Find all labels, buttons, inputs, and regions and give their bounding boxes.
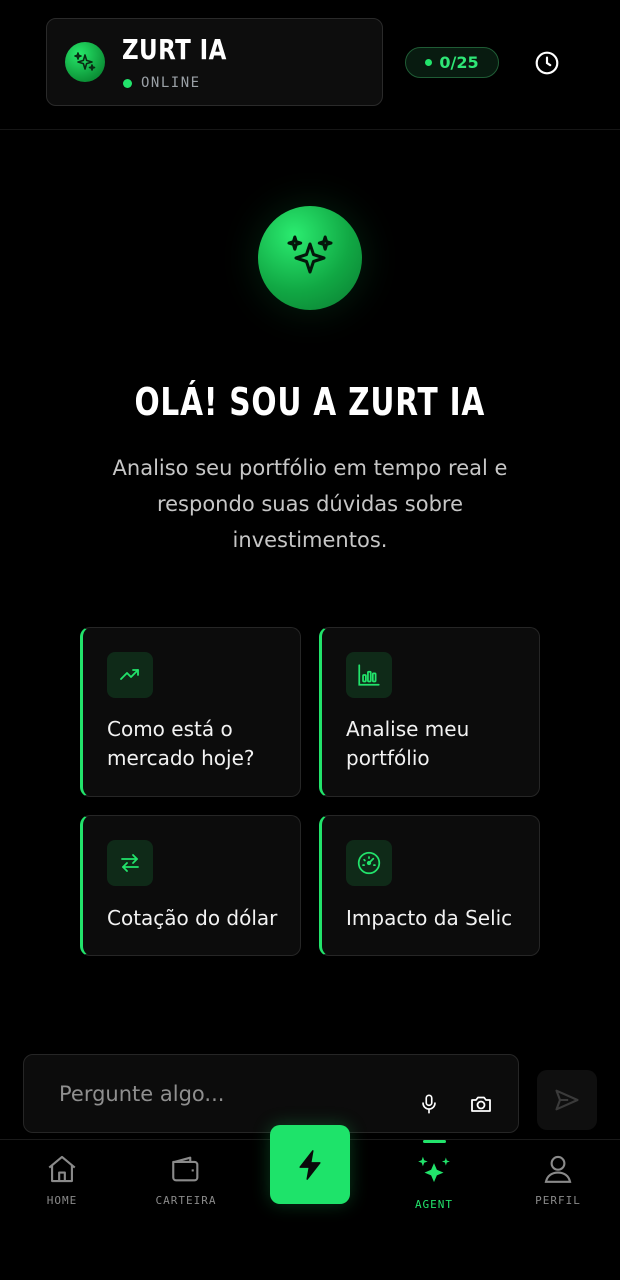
suggestion-label: Como está o mercado hoje? <box>107 715 255 773</box>
quick-action-button[interactable] <box>270 1125 350 1204</box>
hero-logo <box>258 206 362 310</box>
suggestion-icon-box <box>107 652 153 698</box>
hero-subtitle: Analiso seu portfólio em tempo real e re… <box>95 450 525 558</box>
header-divider <box>0 129 620 130</box>
suggestion-label-line: Analise meu <box>346 717 470 741</box>
sparkles-icon <box>74 52 96 71</box>
history-button[interactable] <box>533 49 561 77</box>
hero-subtitle-line: investimentos. <box>232 528 388 552</box>
suggestion-label-line: Cotação do dólar <box>107 906 278 930</box>
send-button[interactable] <box>537 1070 597 1130</box>
suggestion-label-line: mercado hoje? <box>107 746 255 770</box>
bar-chart-icon <box>358 664 380 686</box>
clock-icon <box>535 51 559 75</box>
message-counter-badge: 0/25 <box>405 47 499 78</box>
suggestion-card-selic[interactable]: Impacto da Selic <box>319 815 540 956</box>
wallet-icon <box>172 1156 199 1182</box>
exchange-arrows-icon <box>121 854 139 872</box>
counter-dot <box>425 59 433 66</box>
suggestion-label-line: Impacto da Selic <box>346 906 513 930</box>
camera-icon <box>471 1096 491 1112</box>
assistant-name: ZURT IA <box>122 33 227 66</box>
user-icon <box>544 1155 572 1183</box>
suggestion-label-line: Como está o <box>107 717 233 741</box>
suggestion-card-market[interactable]: Como está o mercado hoje? <box>80 627 301 797</box>
nav-label-home: HOME <box>46 1194 78 1207</box>
nav-label-agent: AGENT <box>414 1198 454 1211</box>
trending-up-icon <box>120 669 139 680</box>
online-status-dot <box>123 79 132 88</box>
suggestion-card-dollar[interactable]: Cotação do dólar <box>80 815 301 956</box>
nav-item-wallet[interactable]: CARTEIRA <box>136 1152 236 1207</box>
microphone-icon <box>422 1094 436 1114</box>
suggestion-icon-box <box>107 840 153 886</box>
nav-item-agent[interactable]: AGENT <box>384 1152 484 1211</box>
camera-button[interactable] <box>466 1091 496 1117</box>
active-tab-indicator <box>423 1140 446 1143</box>
suggestion-card-portfolio[interactable]: Analise meu portfólio <box>319 627 540 797</box>
suggestion-icon-box <box>346 840 392 886</box>
microphone-button[interactable] <box>416 1091 442 1117</box>
message-input-placeholder[interactable]: Pergunte algo... <box>59 1082 224 1106</box>
suggestion-icon-box <box>346 652 392 698</box>
nav-item-home[interactable]: HOME <box>12 1152 112 1207</box>
assistant-header-card: ZURT IA ONLINE <box>46 18 383 106</box>
nav-item-profile[interactable]: PERFIL <box>508 1152 608 1207</box>
sparkles-icon <box>418 1156 450 1183</box>
suggestion-label-line: portfólio <box>346 746 430 770</box>
hero-subtitle-line: respondo suas dúvidas sobre <box>156 492 464 516</box>
nav-label-profile: PERFIL <box>535 1194 581 1207</box>
home-icon <box>48 1155 76 1183</box>
message-input-box[interactable]: Pergunte algo... <box>23 1054 519 1133</box>
suggestion-label: Cotação do dólar <box>107 904 277 933</box>
hero-title: OLÁ! SOU A ZURT IA <box>0 380 620 424</box>
suggestion-label: Analise meu portfólio <box>346 715 469 773</box>
hero-title-text: OLÁ! SOU A ZURT IA <box>134 380 486 424</box>
lightning-icon <box>299 1149 321 1180</box>
online-status-label: ONLINE <box>141 75 201 91</box>
assistant-avatar <box>65 42 105 82</box>
counter-text: 0/25 <box>439 53 479 72</box>
sparkles-icon <box>287 235 333 274</box>
hero-subtitle-line: Analiso seu portfólio em tempo real e <box>112 456 508 480</box>
speedometer-icon <box>357 851 381 875</box>
nav-label-wallet: CARTEIRA <box>155 1194 217 1207</box>
send-icon <box>555 1089 579 1111</box>
suggestion-label: Impacto da Selic <box>346 904 512 933</box>
